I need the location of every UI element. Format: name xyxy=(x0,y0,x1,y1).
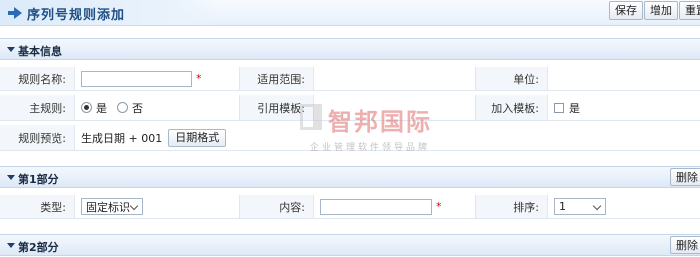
join-template-label: 加入模板: xyxy=(476,95,548,120)
page-title: 序列号规则添加 xyxy=(27,8,126,23)
section-part-2[interactable]: 第2部分 删除 xyxy=(0,234,700,256)
title-bar: 序列号规则添加 保存 增加 重置 xyxy=(0,0,700,26)
unit-value xyxy=(548,67,700,90)
content-input[interactable] xyxy=(320,198,432,215)
preview-label: 规则预览: xyxy=(0,125,75,150)
date-format-button[interactable]: 日期格式 xyxy=(168,128,227,147)
section-part-1[interactable]: 第1部分 删除 xyxy=(0,166,700,188)
form-row-part-1: 类型: 固定标识 内容: * 排序: 1 xyxy=(0,195,700,219)
collapse-triangle-icon[interactable] xyxy=(7,175,15,180)
required-star: * xyxy=(436,200,442,213)
form-row-rule-name: 规则名称: * 适用范围: 单位: xyxy=(0,67,700,91)
delete-part-2-button[interactable]: 删除 xyxy=(670,236,700,254)
arrow-right-icon xyxy=(8,7,22,19)
delete-part-1-button[interactable]: 删除 xyxy=(670,168,700,186)
preview-cell: 生成日期 + 001 日期格式 xyxy=(75,125,700,150)
section-title: 基本信息 xyxy=(18,45,62,58)
section-basic-info[interactable]: 基本信息 xyxy=(0,38,700,60)
unit-label: 单位: xyxy=(476,67,548,90)
type-cell: 固定标识 xyxy=(75,195,240,218)
ref-template-cell[interactable] xyxy=(314,95,476,120)
main-rule-yes-label[interactable]: 是 xyxy=(96,100,107,116)
main-rule-yes-radio[interactable] xyxy=(81,102,92,113)
order-cell: 1 xyxy=(548,195,700,218)
type-select[interactable]: 固定标识 xyxy=(81,198,143,215)
chevron-down-icon xyxy=(592,201,602,211)
main-rule-label: 主规则: xyxy=(0,95,75,120)
collapse-triangle-icon[interactable] xyxy=(7,47,15,52)
ref-template-label: 引用模板: xyxy=(240,95,314,120)
title-area: 序列号规则添加 xyxy=(0,0,220,25)
content-cell: * xyxy=(314,195,476,218)
order-label: 排序: xyxy=(476,195,548,218)
chevron-down-icon xyxy=(129,201,139,211)
rule-name-cell: * xyxy=(75,67,240,90)
collapse-triangle-icon[interactable] xyxy=(7,243,15,248)
form-row-preview: 规则预览: 生成日期 + 001 日期格式 xyxy=(0,125,700,151)
main-rule-no-radio[interactable] xyxy=(117,102,128,113)
join-template-option-label[interactable]: 是 xyxy=(569,100,580,116)
section-title: 第1部分 xyxy=(18,173,59,186)
order-select-value: 1 xyxy=(559,200,566,213)
order-select[interactable]: 1 xyxy=(554,198,606,215)
main-rule-no-label[interactable]: 否 xyxy=(132,100,143,116)
type-select-value: 固定标识 xyxy=(86,200,130,214)
preview-value: 生成日期 + 001 xyxy=(81,131,163,145)
type-label: 类型: xyxy=(0,195,75,218)
section-title: 第2部分 xyxy=(18,241,59,254)
scope-value xyxy=(314,67,476,90)
join-template-cell: 是 xyxy=(548,95,700,120)
content-label: 内容: xyxy=(240,195,314,218)
reset-button[interactable]: 重置 xyxy=(679,1,700,20)
rule-name-input[interactable] xyxy=(81,70,192,87)
scope-label: 适用范围: xyxy=(240,67,314,90)
add-button[interactable]: 增加 xyxy=(644,1,678,20)
form-row-main-rule: 主规则: 是 否 引用模板: 加入模板: 是 xyxy=(0,95,700,121)
main-rule-cell: 是 否 xyxy=(75,95,240,120)
join-template-checkbox[interactable] xyxy=(554,102,564,113)
save-button[interactable]: 保存 xyxy=(609,1,643,20)
rule-name-label: 规则名称: xyxy=(0,67,75,90)
required-star: * xyxy=(196,72,202,85)
